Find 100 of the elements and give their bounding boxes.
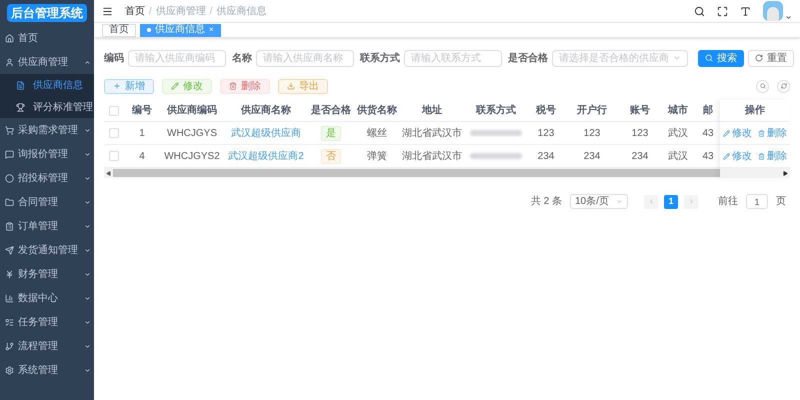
trash-icon — [229, 82, 237, 90]
scroll-left-icon[interactable] — [106, 170, 111, 176]
chevron-down-icon — [673, 54, 681, 62]
clipboard-icon — [5, 222, 14, 230]
chevron-left-icon — [648, 198, 654, 205]
sidebar-item[interactable]: 发货通知管理 — [0, 238, 94, 262]
page-unit-label: 页 — [776, 195, 786, 209]
chevron-right-icon — [688, 198, 694, 205]
logo: 后台管理系统 — [7, 4, 87, 22]
goto-label: 前往 — [718, 194, 738, 209]
page-input-field[interactable]: 1 — [746, 194, 768, 209]
branch-icon — [5, 342, 14, 350]
table-cell-text: 4 — [139, 150, 145, 164]
column-header: 邮 — [703, 104, 713, 118]
field-label: 名称 — [232, 52, 252, 66]
sidebar-item[interactable]: 数据中心 — [0, 286, 94, 310]
breadcrumb-item: 供应商信息 — [216, 4, 267, 18]
breadcrumb-item[interactable]: 首页 — [125, 4, 145, 18]
sidebar-item[interactable]: 招投标管理 — [0, 166, 94, 190]
fullscreen-icon[interactable] — [717, 6, 728, 16]
table-cell-text: 湖北省武汉市 — [402, 150, 462, 164]
table-cell-text: WHCJGYS — [167, 126, 217, 140]
column-header: 供应商名称 — [241, 103, 291, 118]
breadcrumb-separator: / — [149, 4, 152, 18]
column-header: 是否合格 — [311, 104, 351, 118]
sidebar-item[interactable]: 采购需求管理 — [0, 118, 94, 142]
field-label: 联系方式 — [360, 51, 400, 66]
sidebar-item[interactable]: 合同管理 — [0, 190, 94, 214]
field-label: 编码 — [104, 52, 124, 66]
trash-icon — [758, 130, 765, 136]
user-icon — [5, 58, 14, 66]
download-icon — [287, 82, 295, 90]
checkbox[interactable] — [109, 128, 119, 138]
search-icon — [760, 83, 766, 89]
pencil-icon — [723, 130, 730, 136]
search-button[interactable]: 搜索 — [698, 50, 744, 66]
sidebar-subitem[interactable]: 供应商信息 — [0, 74, 94, 96]
column-header: 操作 — [745, 104, 765, 118]
pencil-icon — [723, 152, 730, 160]
table-cell-text: 43 — [702, 150, 714, 164]
table-cell-text: 螺丝 — [367, 126, 387, 140]
status-tag: 是 — [321, 126, 341, 140]
blurred-phone-number — [470, 130, 522, 136]
horizontal-scrollbar[interactable] — [104, 168, 720, 178]
menu-icon[interactable] — [102, 6, 113, 16]
breadcrumb-separator: / — [210, 4, 213, 18]
page-tab[interactable]: 首页 — [102, 24, 136, 36]
table-cell-text: 湖北省武汉市 — [402, 126, 462, 140]
sidebar-item[interactable]: 财务管理 — [0, 262, 94, 286]
column-header: 编号 — [132, 104, 152, 118]
checkbox[interactable] — [109, 151, 119, 161]
column-header: 供货名称 — [357, 104, 397, 118]
column-header: 账号 — [630, 104, 650, 118]
table-cell-text: WHCJGYS2 — [164, 150, 220, 164]
refresh-icon — [780, 83, 786, 89]
table-cell-text: 43 — [702, 126, 714, 140]
document-icon — [16, 80, 25, 90]
sidebar-item[interactable]: 询报价管理 — [0, 142, 94, 166]
sidebar-item[interactable]: 任务管理 — [0, 310, 94, 334]
settings-icon — [5, 366, 14, 374]
sidebar-item[interactable]: 系统管理 — [0, 358, 94, 382]
sidebar-item[interactable]: 订单管理 — [0, 214, 94, 238]
trash-icon — [758, 152, 765, 160]
caret-icon[interactable] — [785, 14, 792, 21]
scroll-right-icon[interactable] — [783, 170, 788, 176]
font-size-icon[interactable] — [740, 6, 751, 16]
sidebar-item[interactable]: 首页 — [0, 26, 94, 50]
column-header: 联系方式 — [476, 103, 516, 118]
table-cell-text: 123 — [538, 126, 554, 140]
table-cell-text: 123 — [584, 126, 600, 140]
home-icon — [5, 34, 14, 42]
refresh-button[interactable] — [777, 80, 790, 92]
circle-icon — [5, 174, 14, 182]
sidebar-item[interactable]: 供应商管理 — [0, 50, 94, 74]
table-cell-text: 234 — [538, 150, 554, 164]
page-number-button[interactable]: 1 — [664, 194, 678, 208]
column-header: 城市 — [668, 103, 688, 118]
list-icon — [5, 318, 14, 326]
input-field[interactable]: 请输入联系方式 — [404, 50, 502, 66]
field-label: 是否合格 — [508, 52, 548, 66]
total-count: 共 2 条 — [530, 194, 562, 209]
input-field[interactable]: 请输入供应商编码 — [128, 50, 226, 66]
chevron-down-icon — [616, 198, 623, 205]
chat-icon — [5, 150, 14, 158]
reset-button[interactable]: 重置 — [748, 50, 794, 66]
column-header: 地址 — [422, 104, 442, 118]
input-field[interactable]: 请输入供应商名称 — [256, 50, 354, 66]
table-cell-text: 武汉 — [668, 150, 688, 164]
search-toggle-button[interactable] — [756, 80, 769, 92]
sidebar-subitem[interactable]: 评分标准管理 — [0, 96, 94, 118]
sidebar-item[interactable]: 流程管理 — [0, 334, 94, 358]
column-header: 开户行 — [577, 103, 607, 118]
table-cell-text: 武汉 — [668, 126, 688, 140]
pencil-icon — [171, 82, 179, 90]
plus-icon — [113, 82, 121, 90]
page-size-select[interactable]: 10条/页 — [570, 194, 628, 209]
checkbox[interactable] — [109, 106, 119, 116]
search-icon[interactable] — [694, 6, 705, 16]
status-tag: 否 — [321, 148, 341, 164]
bar-chart-icon — [5, 294, 14, 302]
